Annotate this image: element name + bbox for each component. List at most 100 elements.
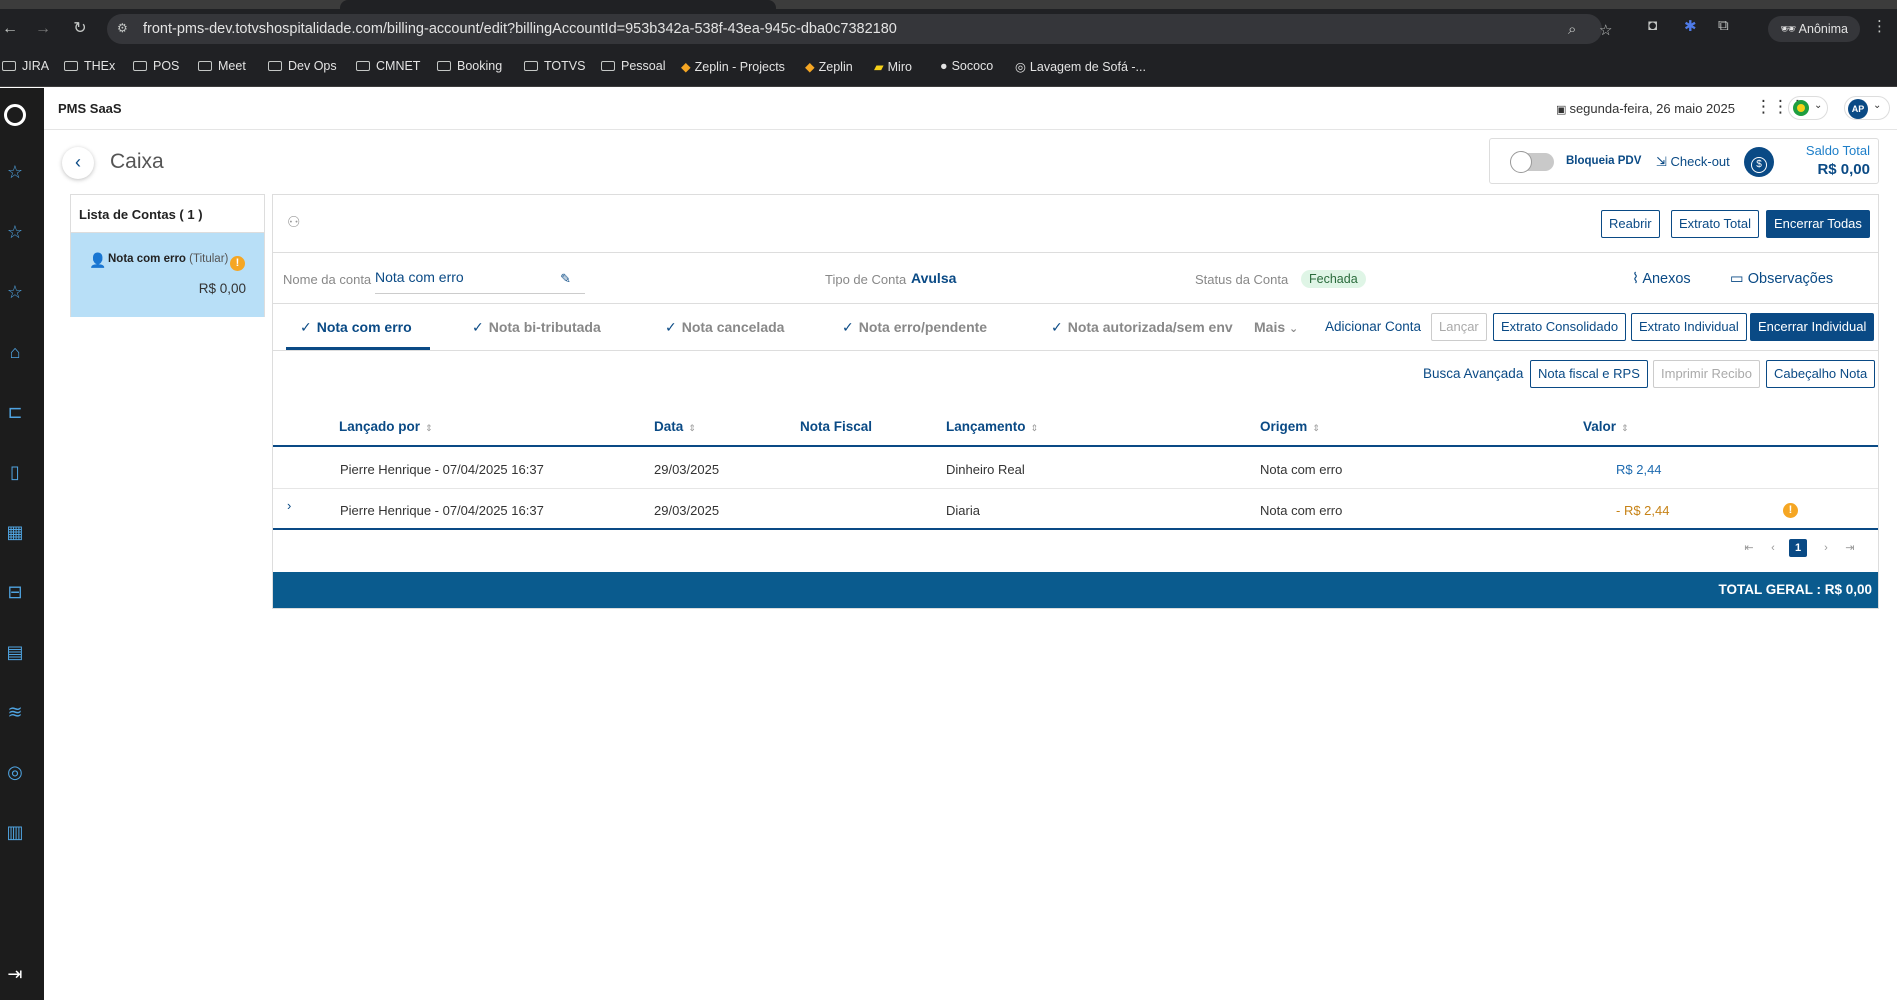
column-lancado-por[interactable]: Lançado por ⇕ [339,419,433,434]
extrato-consolidado-button[interactable]: Extrato Consolidado [1493,313,1627,341]
encerrar-individual-button[interactable]: Encerrar Individual [1750,313,1875,341]
first-page-icon[interactable]: ⇤ [1740,539,1758,557]
back-arrow-icon[interactable]: ← [0,19,20,39]
column-origem[interactable]: Origem ⇕ [1260,419,1320,434]
browser-active-tab[interactable] [340,0,776,9]
settings-ring-icon[interactable]: ◎ [2,759,28,785]
warning-icon: ! [1783,503,1798,518]
bookmark-meet[interactable]: Meet [198,59,246,73]
reload-icon[interactable]: ↻ [70,19,90,39]
browser-menu-icon[interactable]: ⋮ [1872,17,1887,35]
cell-valor: R$ 2,44 [1616,462,1662,477]
tab-nota-cancelada[interactable]: ✓ Nota cancelada [665,319,784,336]
cabecalho-nota-button[interactable]: Cabeçalho Nota [1766,360,1876,388]
bookmark-totvs[interactable]: TOTVS [524,59,585,73]
bloqueia-pdv-toggle[interactable] [1510,151,1554,173]
bookmark-zeplin-projects[interactable]: ◆ Zeplin - Projects [681,59,785,74]
bookmark-pos[interactable]: POS [133,59,179,73]
mais-dropdown[interactable]: Mais ⌄ [1254,319,1298,335]
home-icon[interactable]: ⌂ [2,339,28,365]
totvs-logo-icon[interactable] [4,104,26,126]
status-badge: Fechada [1301,270,1366,288]
page-number[interactable]: 1 [1789,539,1807,557]
site-info-icon[interactable]: ⚙ [117,21,133,37]
account-item[interactable]: 👤 Nota com erro (Titular) ! R$ 0,00 [71,233,264,317]
bed-icon[interactable]: ⊏ [2,399,28,425]
tab-nota-com-erro[interactable]: ✓ Nota com erro [300,319,412,336]
star-icon[interactable]: ☆ [1599,21,1612,39]
bookmark-zeplin[interactable]: ◆ Zeplin [805,59,853,74]
globe-icon: ◎ [1015,60,1026,74]
star-icon[interactable]: ☆ [2,159,28,185]
anexos-link[interactable]: ⌇ Anexos [1632,271,1691,287]
sort-icon: ⇕ [1030,423,1039,433]
bookmark-pessoal[interactable]: Pessoal [601,59,665,73]
person-outline-icon: ⚇ [287,214,301,231]
account-name-field[interactable]: Nota com erro ✎ [375,269,585,294]
forward-arrow-icon[interactable]: → [33,19,53,39]
bar-chart-icon[interactable]: ▥ [2,819,28,845]
expand-menu-icon[interactable]: ⇥ [2,961,28,987]
luggage-icon[interactable]: ▯ [2,459,28,485]
double-bed-icon[interactable]: ⊟ [2,579,28,605]
imprimir-recibo-button[interactable]: Imprimir Recibo [1653,360,1761,388]
bookmark-label: CMNET [376,59,421,73]
bookmark-miro[interactable]: ▰ Miro [874,59,912,74]
next-page-icon[interactable]: › [1817,539,1835,557]
bookmark-jira[interactable]: JIRA [2,59,49,73]
extrato-total-button[interactable]: Extrato Total [1671,210,1760,238]
bookmark-devops[interactable]: Dev Ops [268,59,337,73]
tab-label: Nota erro/pendente [858,319,988,335]
bookmark-sococo[interactable]: ● Sococo [940,59,993,73]
column-data[interactable]: Data ⇕ [654,419,696,434]
lancar-button[interactable]: Lançar [1431,313,1487,341]
apps-grid-icon[interactable]: ⋮⋮⋮ [1755,98,1806,116]
anexos-label: Anexos [1642,271,1691,287]
tab-nota-erro-pendente[interactable]: ✓ Nota erro/pendente [842,319,987,336]
expand-row-icon[interactable]: › [287,498,291,513]
tab-nota-autorizada[interactable]: ✓ Nota autorizada/sem env [1051,319,1233,336]
nota-fiscal-rps-button[interactable]: Nota fiscal e RPS [1530,360,1648,388]
money-icon[interactable]: $ [1744,147,1774,177]
accounts-list: Lista de Contas ( 1 ) 👤 Nota com erro (T… [70,194,265,317]
bookmark-label: Meet [218,59,246,73]
tab-nota-bi-tributada[interactable]: ✓ Nota bi-tributada [472,319,601,336]
total-geral: TOTAL GERAL : R$ 0,00 [1718,582,1872,597]
prev-page-icon[interactable]: ‹ [1764,539,1782,557]
star-icon[interactable]: ☆ [2,279,28,305]
incognito-badge[interactable]: 🕶 Anônima [1768,16,1860,42]
bookmark-cmnet[interactable]: CMNET [356,59,420,73]
table-row[interactable]: › Pierre Henrique - 07/04/2025 16:37 29/… [273,490,1878,530]
document-icon[interactable]: ▤ [2,639,28,665]
column-lancamento[interactable]: Lançamento ⇕ [946,419,1038,434]
person-icon: 👤 [89,252,107,268]
bookmark-label: Lavagem de Sofá -... [1029,60,1146,74]
extension-icon[interactable]: ✱ [1684,17,1697,35]
language-selector[interactable]: ⌄ [1788,96,1828,120]
last-page-icon[interactable]: ⇥ [1841,539,1859,557]
back-button[interactable]: ‹ [62,147,94,179]
adicionar-conta-link[interactable]: Adicionar Conta [1325,319,1421,334]
sort-icon: ⇕ [425,423,433,433]
observacoes-link[interactable]: ▭ Observações [1730,271,1833,287]
pencil-icon[interactable]: ✎ [560,271,571,287]
bookmark-booking[interactable]: Booking [437,59,502,73]
camera-icon[interactable]: ◘ [1648,17,1657,34]
user-menu[interactable]: AP ⌄ [1844,96,1890,120]
star-icon[interactable]: ☆ [2,219,28,245]
column-valor[interactable]: Valor ⇕ [1583,419,1629,434]
busca-avancada-link[interactable]: Busca Avançada [1423,366,1523,381]
address-bar[interactable]: ⚙ front-pms-dev.totvshospitalidade.com/b… [107,14,1612,44]
zoom-icon[interactable]: ⌕ [1568,21,1576,38]
table-row[interactable]: Pierre Henrique - 07/04/2025 16:37 29/03… [273,449,1878,489]
extrato-individual-button[interactable]: Extrato Individual [1631,313,1747,341]
browser-toolbar: ← → ↻ ⚙ front-pms-dev.totvshospitalidade… [0,9,1897,49]
bookmark-thex[interactable]: THEx [64,59,115,73]
encerrar-todas-button[interactable]: Encerrar Todas [1766,210,1870,238]
hand-service-icon[interactable]: ≋ [2,699,28,725]
puzzle-icon[interactable]: ⧉ [1718,17,1729,34]
checkout-link[interactable]: ⇲ Check-out [1656,154,1730,170]
bookmark-lavagem[interactable]: ◎ Lavagem de Sofá -... [1015,59,1146,74]
calculator-icon[interactable]: ▦ [2,519,28,545]
reabrir-button[interactable]: Reabrir [1601,210,1660,238]
